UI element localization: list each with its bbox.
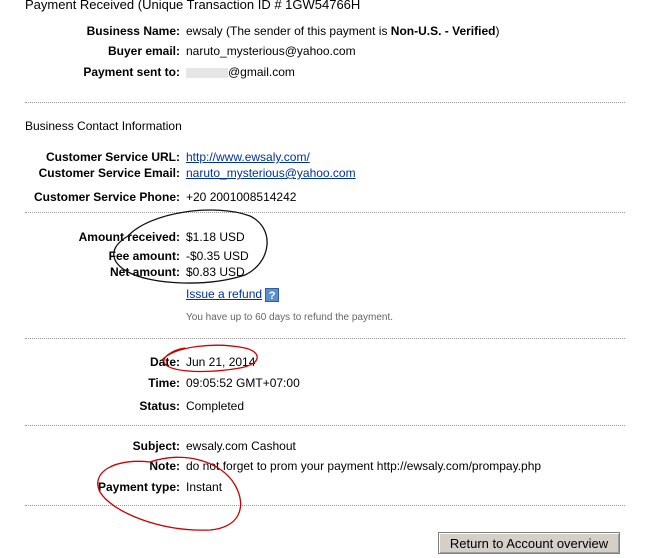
net-amount-value: $0.83 USD <box>186 265 245 279</box>
date-label: Date: <box>149 355 180 369</box>
question-mark-icon[interactable]: ? <box>265 287 280 302</box>
customer-service-email-label: Customer Service Email: <box>38 166 180 180</box>
net-amount-label: Net amount: <box>110 265 180 279</box>
business-name-row: ewsaly (The sender of this payment is No… <box>186 24 499 38</box>
time-label: Time: <box>148 376 180 390</box>
status-value: Completed <box>186 399 245 413</box>
refund-note: You have up to 60 days to refund the pay… <box>186 312 394 323</box>
fee-amount-label: Fee amount: <box>108 249 180 263</box>
payment-sent-to-row: @gmail.com <box>186 65 295 79</box>
divider <box>25 425 625 426</box>
note-value: do not forget to prom your payment http:… <box>186 459 542 473</box>
sender-note-prefix: (The sender of this payment is <box>226 24 388 38</box>
buyer-email-value: naruto_mysterious@yahoo.com <box>186 44 356 58</box>
payment-type-label: Payment type: <box>97 480 180 494</box>
payment-sent-to-value: @gmail.com <box>228 65 295 79</box>
page-header: Payment Received (Unique Transaction ID … <box>25 0 360 12</box>
payment-type-value: Instant <box>186 480 223 494</box>
customer-service-phone-label: Customer Service Phone: <box>33 190 180 204</box>
status-label: Status: <box>139 399 180 413</box>
sender-note-suffix: ) <box>495 24 500 38</box>
page-title: Payment Received <box>25 0 135 12</box>
customer-service-url-link[interactable]: http://www.ewsaly.com/ <box>186 150 310 164</box>
divider <box>25 102 625 103</box>
business-name-label: Business Name: <box>86 24 180 38</box>
refund-row: Issue a refund? <box>186 287 280 302</box>
amount-received-value: $1.18 USD <box>186 230 245 244</box>
date-value: Jun 21, 2014 <box>186 355 256 369</box>
subject-label: Subject: <box>132 439 180 453</box>
business-name-value: ewsaly <box>186 24 223 38</box>
note-label: Note: <box>149 459 180 473</box>
fee-amount-value: -$0.35 USD <box>186 249 249 263</box>
transaction-id: (Unique Transaction ID # 1GW54766H <box>137 0 361 12</box>
return-to-account-button[interactable]: Return to Account overview <box>438 532 620 554</box>
divider <box>25 338 625 339</box>
customer-service-phone-value: +20 2001008514242 <box>186 190 297 204</box>
subject-value: ewsaly.com Cashout <box>186 439 296 453</box>
annotation-overlay <box>97 209 268 531</box>
divider <box>25 505 625 506</box>
amount-received-label: Amount received: <box>78 230 180 244</box>
payment-sent-to-label: Payment sent to: <box>83 65 180 79</box>
issue-refund-link[interactable]: Issue a refund <box>186 287 262 301</box>
redacted-block <box>186 67 228 78</box>
section-title-contact: Business Contact Information <box>25 119 182 133</box>
customer-service-url-label: Customer Service URL: <box>45 150 180 164</box>
divider <box>25 212 625 213</box>
time-value: 09:05:52 GMT+07:00 <box>186 376 300 390</box>
sender-status: Non-U.S. - Verified <box>390 24 496 38</box>
customer-service-email-link[interactable]: naruto_mysterious@yahoo.com <box>186 166 356 180</box>
buyer-email-label: Buyer email: <box>107 44 180 58</box>
